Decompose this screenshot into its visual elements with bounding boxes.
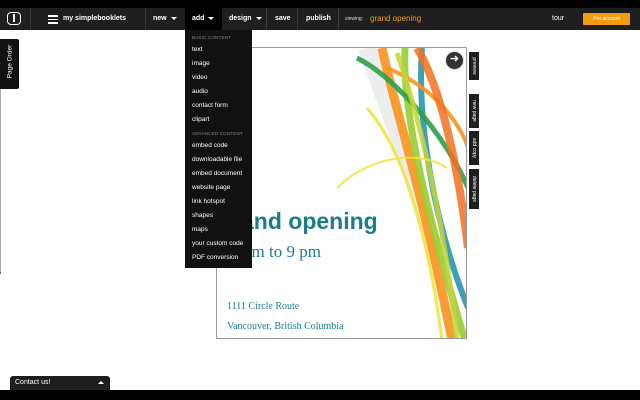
add-pdf-conversion-item[interactable]: PDF conversion xyxy=(185,251,252,265)
advanced-content-header: ADVANCED CONTENT xyxy=(192,131,243,136)
tour-button[interactable]: tour xyxy=(552,8,564,30)
basic-content-header: BASIC CONTENT xyxy=(192,35,232,40)
add-copy-tab[interactable]: add copy xyxy=(469,131,479,165)
add-menu[interactable]: add xyxy=(185,8,222,30)
chevron-down-icon xyxy=(170,16,177,20)
toolbar-divider xyxy=(338,8,339,30)
add-website-page-item[interactable]: website page xyxy=(185,181,252,195)
address-line-1[interactable]: 1111 Circle Route xyxy=(227,301,299,312)
delete-page-tab[interactable]: delete page xyxy=(469,169,479,209)
save-button[interactable]: save xyxy=(275,8,291,30)
new-menu[interactable]: new xyxy=(153,8,177,30)
booklet-title[interactable]: grand opening xyxy=(370,8,421,30)
page-order-tab[interactable]: Page Order xyxy=(0,39,19,89)
add-maps-item[interactable]: maps xyxy=(185,223,252,237)
design-menu-label: design xyxy=(229,15,252,22)
add-audio-item[interactable]: audio xyxy=(185,85,252,99)
book-logo-icon[interactable] xyxy=(7,12,21,25)
add-shapes-item[interactable]: shapes xyxy=(185,209,252,223)
booklet-page[interactable] xyxy=(216,47,467,339)
viewing-label: viewing: xyxy=(345,16,364,22)
letterbox-top xyxy=(0,0,640,8)
contact-us-widget[interactable]: Contact us! xyxy=(10,376,110,390)
design-menu[interactable]: design xyxy=(229,8,262,30)
new-page-tab[interactable]: new page xyxy=(469,94,479,128)
page-heading[interactable]: and opening xyxy=(241,208,378,235)
main-toolbar: my simplebooklets new add design save pu… xyxy=(0,8,640,30)
add-contact-form-item[interactable]: contact form xyxy=(185,99,252,113)
new-page-tab-label: new page xyxy=(471,100,477,122)
toolbar-divider xyxy=(145,8,146,30)
contact-us-label: Contact us! xyxy=(15,379,51,386)
add-menu-label: add xyxy=(192,15,205,22)
chevron-right-icon[interactable]: › xyxy=(0,270,1,277)
add-custom-code-item[interactable]: your custom code xyxy=(185,237,252,251)
page-order-label: Page Order xyxy=(6,44,14,79)
add-link-hotspot-item[interactable]: link hotspot xyxy=(185,195,252,209)
add-clipart-item[interactable]: clipart xyxy=(185,113,252,127)
add-embed-document-item[interactable]: embed document xyxy=(185,167,252,181)
add-text-item[interactable]: text xyxy=(185,43,252,57)
letterbox-bottom xyxy=(0,390,640,400)
delete-page-tab-label: delete page xyxy=(471,175,477,203)
address-line-2[interactable]: Vancouver, British Columbia xyxy=(227,321,344,332)
page-subheading[interactable]: am to 9 pm xyxy=(244,242,321,262)
preview-tab[interactable]: preview xyxy=(469,52,479,80)
chevron-down-icon xyxy=(255,16,262,20)
chevron-up-icon xyxy=(98,381,104,384)
add-dropdown-menu: BASIC CONTENT text image video audio con… xyxy=(185,30,252,268)
add-copy-tab-label: add copy xyxy=(471,137,477,159)
hamburger-menu-icon[interactable] xyxy=(48,15,58,24)
publish-button[interactable]: publish xyxy=(306,8,331,30)
add-embed-code-item[interactable]: embed code xyxy=(185,139,252,153)
chevron-down-icon xyxy=(208,16,215,20)
add-video-item[interactable]: video xyxy=(185,71,252,85)
new-menu-label: new xyxy=(153,15,167,22)
toolbar-divider xyxy=(30,8,31,30)
preview-tab-label: preview xyxy=(471,57,477,75)
page-order-panel-edge xyxy=(0,89,1,274)
add-image-item[interactable]: image xyxy=(185,57,252,71)
ribbon-artwork xyxy=(336,48,466,338)
brand-menu[interactable]: my simplebooklets xyxy=(63,8,126,30)
toolbar-divider xyxy=(297,8,298,30)
next-page-arrow-icon[interactable]: ➜ xyxy=(445,51,464,70)
toolbar-divider xyxy=(266,8,267,30)
pro-account-button[interactable]: Pro account xyxy=(583,13,630,25)
add-downloadable-file-item[interactable]: downloadable file xyxy=(185,153,252,167)
